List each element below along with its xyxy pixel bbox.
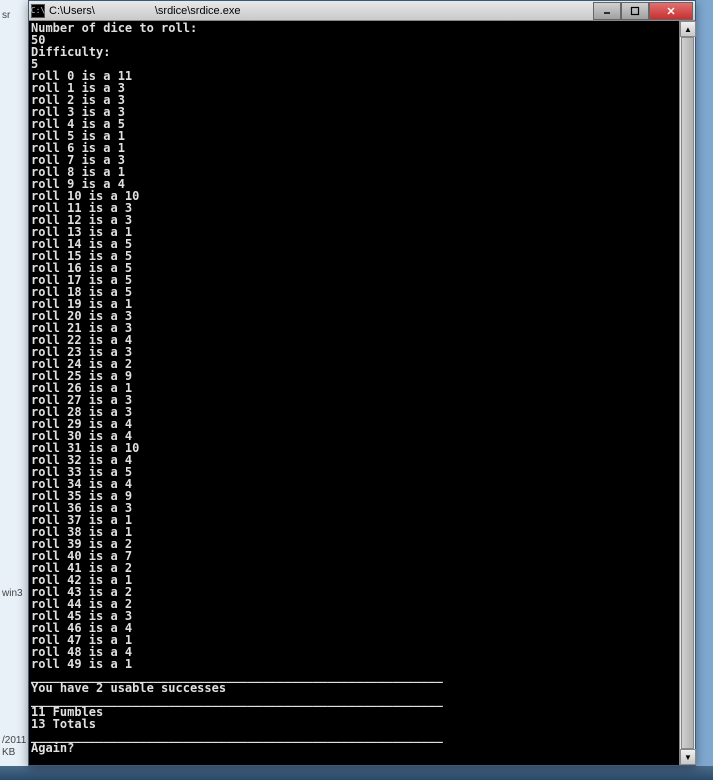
scroll-up-button[interactable]: ▲: [680, 21, 696, 37]
bg-size-fragment: KB: [2, 747, 15, 758]
close-button[interactable]: [649, 2, 693, 20]
title-path-2: \srdice\srdice.exe: [155, 5, 241, 17]
maximize-button[interactable]: [621, 2, 649, 20]
bg-panel-left: sr win3 /2011 KB: [0, 0, 30, 780]
console-output[interactable]: Number of dice to roll: 50 Difficulty: 5…: [29, 21, 695, 765]
window-buttons: [593, 2, 693, 20]
taskbar[interactable]: [0, 766, 713, 780]
titlebar[interactable]: C:\ C:\Users\ \srdice\srdice.exe: [29, 1, 695, 21]
minimize-button[interactable]: [593, 2, 621, 20]
scroll-down-button[interactable]: ▼: [680, 749, 696, 765]
title-path-1: C:\Users\: [49, 5, 95, 17]
console-window: C:\ C:\Users\ \srdice\srdice.exe Number …: [28, 0, 696, 766]
scroll-thumb[interactable]: [681, 37, 694, 749]
bg-panel-right: [695, 0, 713, 780]
console-icon: C:\: [31, 4, 45, 18]
scrollbar[interactable]: ▲ ▼: [679, 21, 695, 765]
bg-date-fragment: /2011: [2, 735, 26, 746]
bg-partial-label: win3: [2, 588, 23, 599]
bg-partial-tab: sr: [2, 10, 10, 21]
